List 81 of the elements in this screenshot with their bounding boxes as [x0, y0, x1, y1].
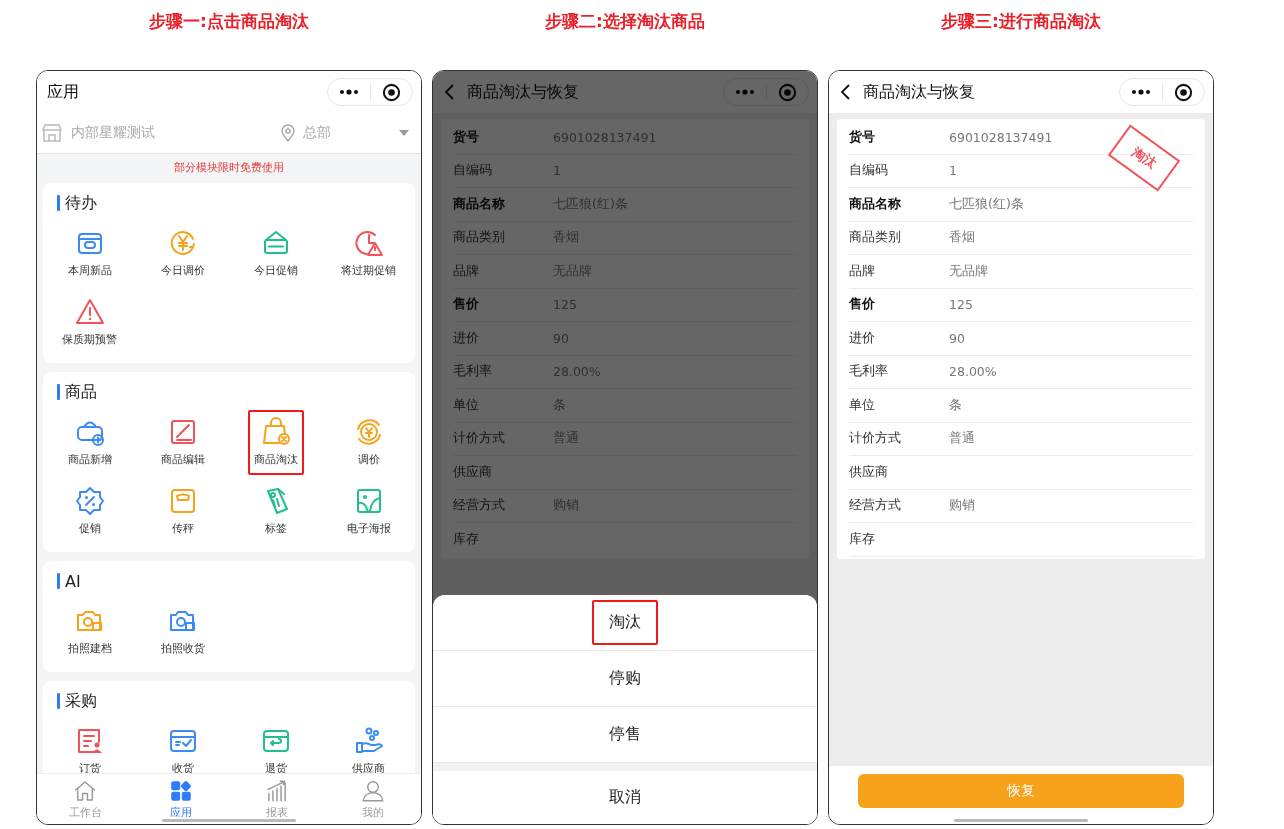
field-label: 进价 — [849, 329, 876, 347]
app-tile[interactable]: 今日促销 — [247, 221, 304, 286]
status-stamp: 淘汰 — [1107, 124, 1181, 192]
section-title: 商品 — [65, 381, 97, 403]
field-label: 商品类别 — [453, 229, 506, 247]
app-tile[interactable]: 保质期预警 — [56, 290, 123, 355]
app-tile[interactable]: 本周新品 — [61, 221, 118, 286]
section-title: AI — [65, 571, 81, 591]
field-label: 自编码 — [849, 162, 889, 180]
step-title: 步骤三:进行商品淘汰 — [941, 10, 1101, 33]
field-label: 单位 — [849, 396, 876, 414]
field-label: 自编码 — [453, 162, 493, 180]
page-title: 商品淘汰与恢复 — [863, 81, 976, 103]
user-icon — [360, 778, 386, 804]
step-title: 步骤一:点击商品淘汰 — [149, 10, 309, 33]
app-tile[interactable]: 标签 — [253, 479, 298, 544]
notice-text: 部分模块限时免费使用 — [174, 159, 284, 175]
field-label: 计价方式 — [453, 430, 506, 448]
app-tile[interactable]: 电子海报 — [340, 479, 397, 544]
more-icon[interactable] — [339, 89, 360, 95]
cancel-button[interactable]: 取消 — [433, 771, 817, 824]
section-title: 待办 — [65, 192, 97, 214]
app-tile[interactable]: 商品淘汰 — [247, 410, 304, 475]
app-tile[interactable]: 商品新增 — [61, 410, 118, 475]
app-tile[interactable]: 商品编辑 — [154, 410, 211, 475]
field-value: 无品牌 — [949, 262, 988, 280]
app-tile[interactable]: 拍照建档 — [61, 599, 118, 664]
section-title: 采购 — [65, 690, 97, 712]
page-title: 应用 — [47, 81, 80, 103]
back-icon[interactable] — [839, 84, 853, 100]
field-label: 品牌 — [453, 262, 480, 280]
field-value: 90 — [949, 330, 965, 346]
app-tile[interactable]: 供应商 — [346, 719, 391, 773]
sheet-option[interactable]: 停售 — [592, 712, 658, 757]
page-title: 商品淘汰与恢复 — [467, 81, 580, 103]
field-value: 购销 — [949, 497, 975, 515]
field-label: 毛利率 — [453, 363, 493, 381]
percent-badge-icon — [73, 485, 106, 517]
field-value: 28.00% — [949, 364, 997, 380]
target-icon[interactable] — [381, 82, 401, 102]
field-label: 商品名称 — [453, 195, 506, 213]
app-tile[interactable]: 调价 — [346, 410, 391, 475]
sheet-option[interactable]: 淘汰 — [592, 600, 658, 645]
store-icon — [41, 123, 63, 143]
field-label: 货号 — [453, 128, 480, 146]
app-tile[interactable]: 今日调价 — [154, 221, 211, 286]
app-tile[interactable]: 传秤 — [160, 479, 205, 544]
more-icon[interactable] — [1131, 89, 1152, 95]
field-label: 售价 — [453, 296, 480, 314]
field-label: 经营方式 — [849, 497, 902, 515]
sheet-option[interactable]: 停购 — [592, 656, 658, 701]
app-tile[interactable]: 促销 — [67, 479, 112, 544]
field-value: 6901028137491 — [949, 129, 1053, 145]
field-label: 商品类别 — [849, 229, 902, 247]
caret-icon[interactable] — [399, 130, 409, 136]
field-label: 供应商 — [453, 463, 493, 481]
field-label: 库存 — [453, 530, 480, 548]
field-label: 单位 — [453, 396, 480, 414]
app-tile[interactable]: 将过期促销 — [335, 221, 402, 286]
grid-icon — [168, 778, 194, 804]
field-label: 进价 — [453, 329, 480, 347]
app-tile[interactable]: 拍照收货 — [154, 599, 211, 664]
field-value: 125 — [949, 297, 973, 313]
field-label: 库存 — [849, 530, 876, 548]
target-icon[interactable] — [1173, 82, 1193, 102]
field-value: 普通 — [949, 430, 975, 448]
field-value: 香烟 — [949, 229, 975, 247]
field-label: 供应商 — [849, 463, 889, 481]
field-value: 1 — [949, 163, 957, 179]
location-pin-icon — [281, 124, 295, 142]
field-value: 七匹狼(红)条 — [949, 195, 1024, 213]
field-label: 经营方式 — [453, 497, 506, 515]
field-value: 条 — [949, 396, 962, 414]
field-label: 毛利率 — [849, 363, 889, 381]
field-label: 品牌 — [849, 262, 876, 280]
field-label: 货号 — [849, 128, 876, 146]
field-label: 计价方式 — [849, 430, 902, 448]
step-title: 步骤二:选择淘汰商品 — [545, 10, 705, 33]
tab[interactable]: 应用 — [133, 774, 229, 824]
field-label: 售价 — [849, 296, 876, 314]
field-label: 商品名称 — [849, 195, 902, 213]
